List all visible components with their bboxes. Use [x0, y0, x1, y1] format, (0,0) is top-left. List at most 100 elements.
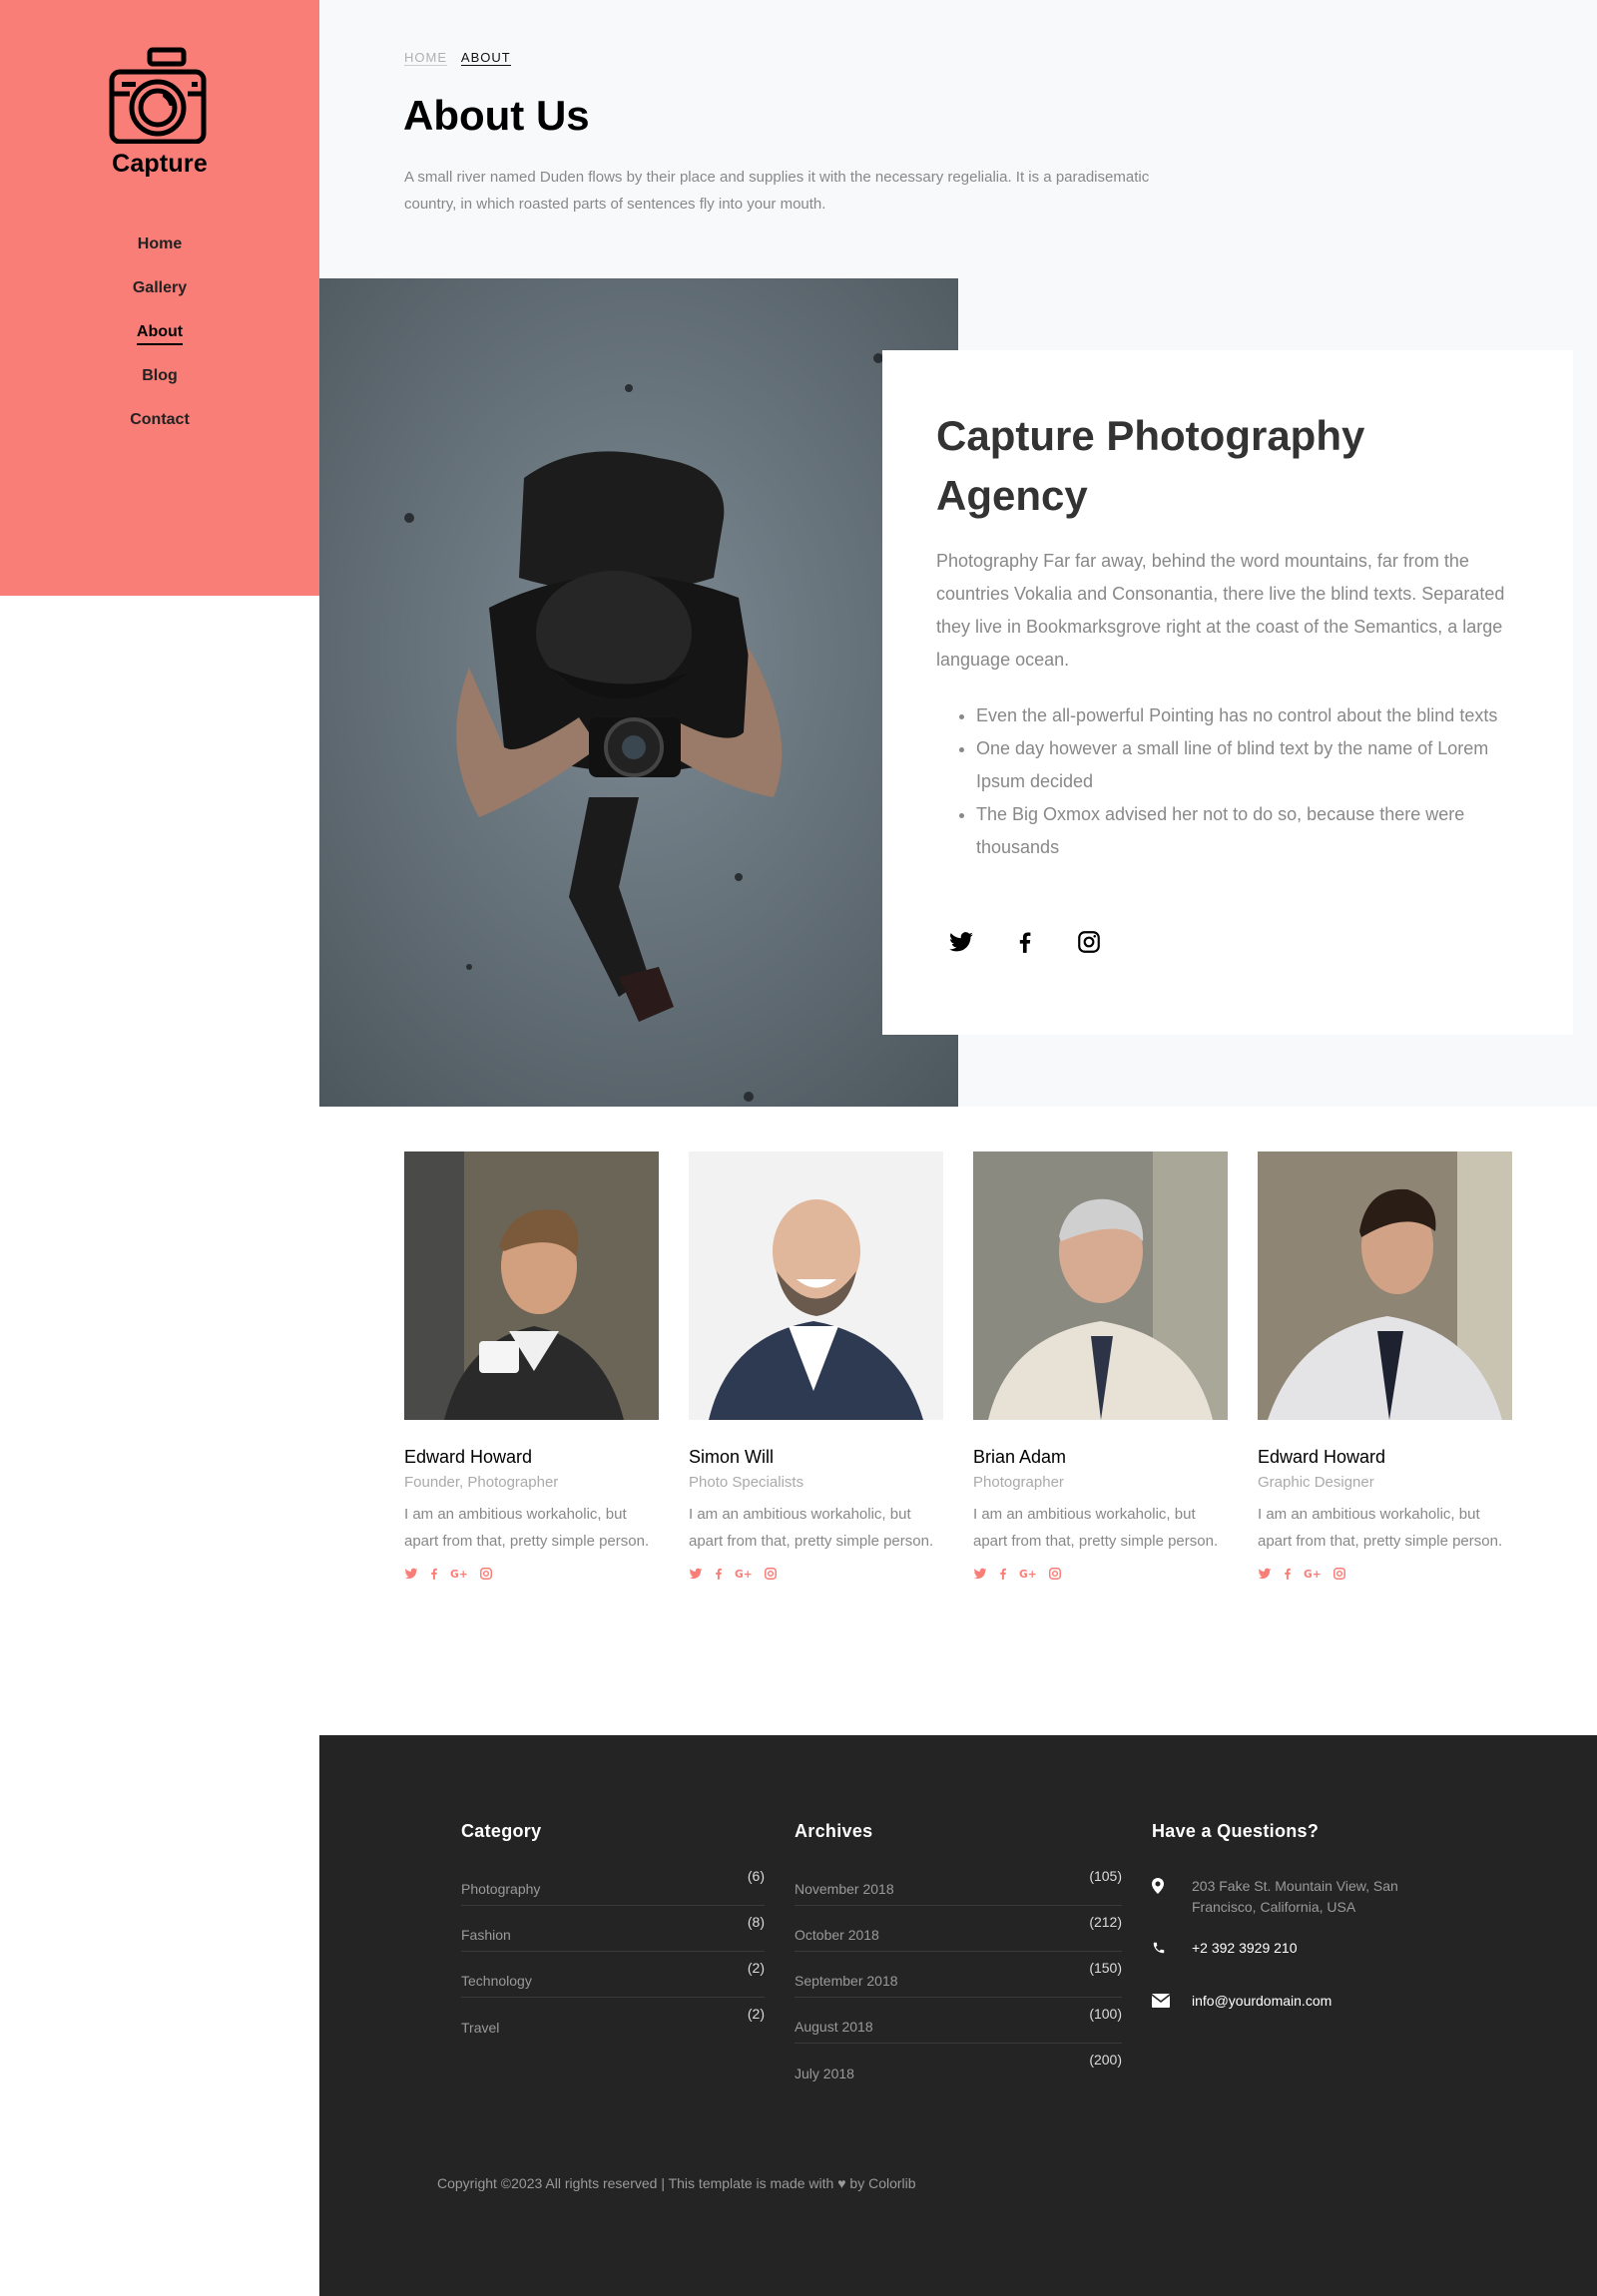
svg-text:G+: G+ — [1304, 1568, 1322, 1581]
member-photo — [973, 1151, 1228, 1420]
member-photo — [1258, 1151, 1512, 1420]
archive-row[interactable]: October 2018 (212) — [795, 1906, 1122, 1952]
brand-logo[interactable]: Capture — [0, 46, 319, 179]
category-row[interactable]: Fashion (8) — [461, 1906, 765, 1952]
camera-icon — [109, 47, 207, 144]
twitter-icon[interactable] — [973, 1567, 987, 1586]
google-plus-icon[interactable]: G+ — [450, 1567, 470, 1586]
member-bio: I am an ambitious workaholic, but apart … — [404, 1506, 650, 1550]
agency-card: Capture Photography Agency Photography F… — [882, 350, 1573, 1035]
footer-category: Category Photography (6) Fashion (8) Techn… — [461, 1821, 765, 2044]
footer-contact: Have a Questions? 203 Fake St. Mountain … — [1151, 1821, 1451, 2032]
archive-count: (150) — [1089, 1960, 1122, 1976]
category-count: (2) — [747, 1960, 765, 1976]
facebook-icon[interactable] — [996, 1567, 1010, 1586]
category-row[interactable]: Travel (2) — [461, 1998, 765, 2044]
breadcrumb-current: ABOUT — [460, 50, 511, 66]
agency-title: Capture Photography Agency — [936, 412, 1365, 519]
archive-count: (200) — [1089, 2052, 1122, 2067]
category-count: (6) — [747, 1868, 765, 1884]
member-social-links: G+ — [973, 1567, 1228, 1586]
archive-label: July 2018 — [795, 2066, 854, 2081]
brand-name: Capture — [112, 150, 208, 178]
facebook-icon[interactable] — [712, 1567, 726, 1586]
page-title: About Us — [403, 92, 590, 139]
category-row[interactable]: Technology (2) — [461, 1952, 765, 1998]
member-name: Brian Adam — [973, 1447, 1067, 1467]
archive-row[interactable]: August 2018 (100) — [795, 1998, 1122, 2044]
member-social-links: G+ — [404, 1567, 659, 1586]
team-member-card: Edward Howard Founder, Photographer I am… — [404, 1151, 659, 1586]
archive-label: September 2018 — [795, 1973, 898, 1989]
envelope-icon — [1151, 1993, 1171, 2014]
instagram-icon[interactable] — [479, 1567, 493, 1586]
archive-row[interactable]: September 2018 (150) — [795, 1952, 1122, 1998]
twitter-icon[interactable] — [689, 1567, 703, 1586]
agency-social-links — [948, 929, 1102, 955]
member-name: Simon Will — [689, 1447, 775, 1467]
sidebar: Capture Home Gallery About Blog Contact — [0, 0, 319, 596]
phone-text: +2 392 3929 210 — [1192, 1940, 1298, 1956]
member-name: Edward Howard — [1258, 1447, 1386, 1467]
instagram-icon[interactable] — [764, 1567, 778, 1586]
copyright: Copyright ©2023 All rights reserved | Th… — [437, 2175, 916, 2191]
instagram-icon[interactable] — [1076, 929, 1102, 955]
member-name: Edward Howard — [404, 1447, 533, 1467]
nav-item-home[interactable]: Home — [138, 235, 182, 255]
svg-text:G+: G+ — [1019, 1568, 1037, 1581]
nav-item-blog[interactable]: Blog — [142, 367, 178, 387]
nav-item-about[interactable]: About — [136, 323, 184, 345]
twitter-icon[interactable] — [948, 929, 974, 955]
colorlib-link[interactable]: by Colorlib — [849, 2175, 915, 2191]
member-social-links: G+ — [689, 1567, 943, 1586]
footer-heading: Archives — [795, 1821, 873, 1841]
facebook-icon[interactable] — [1012, 929, 1038, 955]
member-bio: I am an ambitious workaholic, but apart … — [973, 1506, 1219, 1550]
twitter-icon[interactable] — [1258, 1567, 1272, 1586]
team-member-card: Edward Howard Graphic Designer I am an a… — [1258, 1151, 1512, 1586]
member-role: Photographer — [973, 1474, 1064, 1491]
category-row[interactable]: Photography (6) — [461, 1860, 765, 1906]
footer-archives: Archives November 2018 (105) October 2018… — [795, 1821, 1122, 2089]
contact-phone[interactable]: +2 392 3929 210 — [1152, 1938, 1451, 1959]
contact-address: 203 Fake St. Mountain View, San Francisc… — [1152, 1876, 1451, 1918]
archive-label: August 2018 — [795, 2019, 873, 2035]
archive-count: (100) — [1089, 2006, 1122, 2022]
email-text: info@yourdomain.com — [1192, 1993, 1332, 2009]
nav-item-gallery[interactable]: Gallery — [133, 279, 187, 299]
main-nav: Home Gallery About Blog Contact — [0, 235, 319, 455]
category-label: Fashion — [461, 1927, 511, 1943]
archive-count: (212) — [1089, 1914, 1122, 1930]
facebook-icon[interactable] — [427, 1567, 441, 1586]
facebook-icon[interactable] — [1281, 1567, 1295, 1586]
list-item: One day however a small line of blind te… — [976, 732, 1530, 798]
breadcrumb-home-link[interactable]: HOME — [404, 50, 447, 66]
archive-row[interactable]: November 2018 (105) — [795, 1860, 1122, 1906]
archive-count: (105) — [1089, 1868, 1122, 1884]
google-plus-icon[interactable]: G+ — [735, 1567, 755, 1586]
member-bio: I am an ambitious workaholic, but apart … — [689, 1506, 934, 1550]
heart-icon: ♥ — [837, 2175, 846, 2191]
member-photo — [689, 1151, 943, 1420]
instagram-icon[interactable] — [1048, 1567, 1062, 1586]
nav-item-contact[interactable]: Contact — [130, 411, 190, 431]
twitter-icon[interactable] — [404, 1567, 418, 1586]
archive-row[interactable]: July 2018 (200) — [795, 2044, 1122, 2089]
address-text: 203 Fake St. Mountain View, San Francisc… — [1192, 1878, 1398, 1915]
category-label: Technology — [461, 1973, 532, 1989]
list-item: Even the all-powerful Pointing has no co… — [976, 699, 1530, 732]
category-label: Photography — [461, 1881, 541, 1897]
footer-heading: Have a Questions? — [1152, 1821, 1320, 1841]
instagram-icon[interactable] — [1332, 1567, 1346, 1586]
archive-label: October 2018 — [795, 1927, 879, 1943]
member-bio: I am an ambitious workaholic, but apart … — [1258, 1506, 1503, 1550]
member-role: Graphic Designer — [1258, 1474, 1374, 1491]
google-plus-icon[interactable]: G+ — [1019, 1567, 1039, 1586]
contact-email[interactable]: info@yourdomain.com — [1151, 1991, 1451, 2014]
google-plus-icon[interactable]: G+ — [1304, 1567, 1324, 1586]
member-role: Founder, Photographer — [404, 1474, 559, 1491]
list-item: The Big Oxmox advised her not to do so, … — [976, 798, 1530, 864]
category-count: (2) — [747, 2006, 765, 2022]
member-role: Photo Specialists — [689, 1474, 804, 1491]
svg-text:G+: G+ — [735, 1568, 753, 1581]
